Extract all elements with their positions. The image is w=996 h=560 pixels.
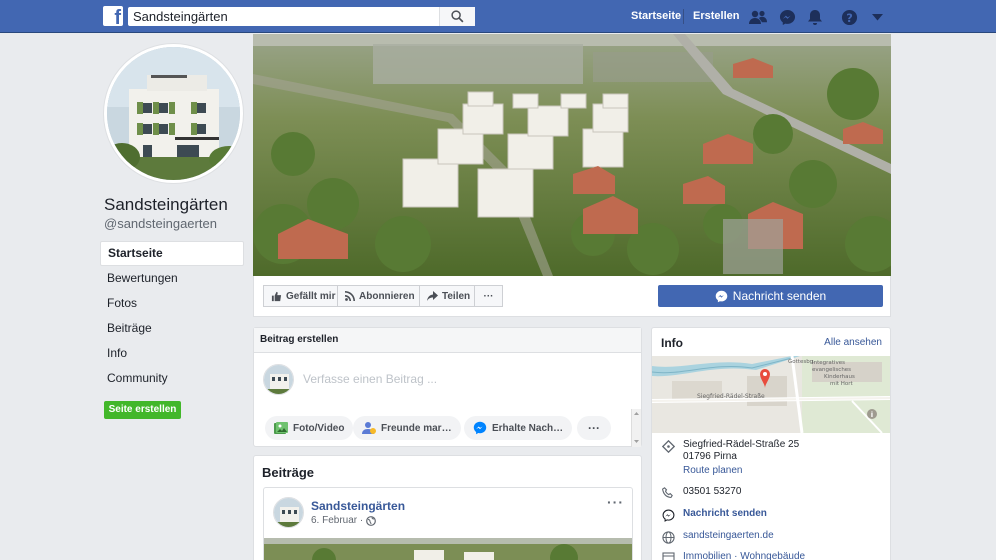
page-left-navigation: Startseite Bewertungen Fotos Beiträge In… <box>100 241 244 391</box>
map-top-label: Gottesbg. <box>788 359 815 365</box>
posts-section: Beiträge Sandsteingärten 6. Februar · ··… <box>253 455 642 560</box>
phone-icon <box>661 486 675 500</box>
tag-friends-button[interactable]: Freunde mar… <box>353 416 461 440</box>
messenger-icon[interactable] <box>777 7 797 27</box>
phone-number[interactable]: 03501 53270 <box>683 486 741 497</box>
page-action-bar: Gefällt mir Abonnieren Teilen ··· Nachri… <box>253 276 891 317</box>
facebook-logo-icon[interactable]: f <box>103 6 123 26</box>
info-card: Info Alle ansehen Siegfried-Rädel-Straße… <box>651 327 891 560</box>
left-nav-item-reviews[interactable]: Bewertungen <box>100 266 244 291</box>
share-arrow-icon <box>427 291 438 301</box>
page-profile-picture[interactable] <box>104 44 243 183</box>
composer-more-ellipsis-icon: ··· <box>588 421 600 435</box>
top-navigation-bar: f Startseite Erstellen ? <box>0 0 996 33</box>
tag-friends-icon <box>362 422 376 434</box>
left-nav-item-posts[interactable]: Beiträge <box>100 316 244 341</box>
follow-page-button[interactable]: Abonnieren <box>337 285 423 307</box>
post-composer: Beitrag erstellen Verfasse einen Beitrag… <box>253 327 642 447</box>
page-title: Sandsteingärten <box>104 195 228 214</box>
rss-follow-icon <box>345 291 355 301</box>
send-message-label: Nachricht senden <box>732 289 827 303</box>
left-nav-item-home[interactable]: Startseite <box>100 241 244 266</box>
like-page-button[interactable]: Gefällt mir <box>263 285 344 307</box>
address-line-1: Siegfried-Rädel-Straße 25 <box>683 439 800 450</box>
map-street-label: Siegfried-Rädel-Straße <box>697 393 765 400</box>
post-timestamp[interactable]: 6. Februar · <box>311 515 377 526</box>
thumbs-up-icon <box>271 291 282 301</box>
messenger-icon <box>715 290 728 302</box>
post-date-text: 6. Februar · <box>311 515 364 526</box>
create-page-button[interactable]: Seite erstellen <box>104 401 181 419</box>
like-button-label: Gefällt mir <box>286 290 336 302</box>
map-poi-label-1: Integratives <box>812 360 845 366</box>
composer-text-input[interactable]: Verfasse einen Beitrag ... <box>303 372 437 386</box>
search-box <box>128 7 475 26</box>
info-send-message-link[interactable]: Nachricht senden <box>683 508 767 519</box>
website-link[interactable]: sandsteingaerten.de <box>683 530 774 541</box>
info-phone-row: 03501 53270 <box>661 486 741 500</box>
info-address-row: Siegfried-Rädel-Straße 25 01796 Pirna Ro… <box>661 439 799 476</box>
category-tag-icon <box>661 551 675 560</box>
composer-scrollbar[interactable] <box>631 409 641 447</box>
location-map[interactable]: Siegfried-Rädel-Straße Integratives evan… <box>652 356 890 433</box>
get-messages-button[interactable]: Erhalte Nach… <box>464 416 573 440</box>
svg-text:?: ? <box>846 10 853 24</box>
svg-text:i: i <box>871 411 873 419</box>
address-line-2: 01796 Pirna <box>683 451 737 462</box>
left-nav-item-photos[interactable]: Fotos <box>100 291 244 316</box>
nav-divider <box>683 9 684 24</box>
page-username[interactable]: @sandsteingaerten <box>104 216 217 231</box>
post-image[interactable] <box>264 538 632 560</box>
location-diamond-icon <box>661 439 675 453</box>
composer-avatar <box>263 364 294 395</box>
map-poi-label-3: Kinderhaus <box>824 374 855 380</box>
composer-more-button[interactable]: ··· <box>577 416 611 440</box>
route-planning-link[interactable]: Route planen <box>683 465 799 476</box>
info-card-title: Info <box>661 336 683 350</box>
nav-home-link[interactable]: Startseite <box>631 10 681 22</box>
help-icon[interactable]: ? <box>839 7 859 27</box>
post-author-name[interactable]: Sandsteingärten <box>311 499 405 513</box>
left-nav-item-community[interactable]: Community <box>100 366 244 391</box>
map-poi-label-2: evangelisches <box>812 367 851 373</box>
info-category-row: Immobilien · Wohngebäude <box>661 551 805 560</box>
post-author-avatar[interactable] <box>273 497 304 528</box>
posts-section-title: Beiträge <box>262 465 315 480</box>
cover-photo[interactable] <box>253 34 891 276</box>
account-menu-chevron-down-icon[interactable] <box>867 7 887 27</box>
map-poi-label-4: mit Hort <box>830 381 854 387</box>
share-button-label: Teilen <box>442 290 471 302</box>
nav-create-link[interactable]: Erstellen <box>693 10 739 22</box>
share-page-button[interactable]: Teilen <box>419 285 479 307</box>
category-link[interactable]: Immobilien · Wohngebäude <box>683 551 805 560</box>
left-nav-item-info[interactable]: Info <box>100 341 244 366</box>
photo-video-button[interactable]: Foto/Video <box>265 416 354 440</box>
see-all-info-link[interactable]: Alle ansehen <box>824 337 882 348</box>
more-actions-ellipsis-icon: ··· <box>483 290 494 302</box>
notifications-bell-icon[interactable] <box>805 7 825 27</box>
photo-video-label: Foto/Video <box>293 422 345 434</box>
tag-friends-label: Freunde mar… <box>381 422 452 434</box>
composer-title: Beitrag erstellen <box>254 328 641 353</box>
messenger-icon <box>473 421 487 435</box>
post-card: Sandsteingärten 6. Februar · ··· <box>263 487 633 560</box>
photo-icon <box>274 421 288 434</box>
messenger-outline-icon <box>661 508 675 522</box>
search-icon <box>451 10 464 23</box>
follow-button-label: Abonnieren <box>359 290 415 302</box>
send-message-button[interactable]: Nachricht senden <box>658 285 883 307</box>
globe-public-icon <box>366 515 377 526</box>
search-button[interactable] <box>439 7 475 26</box>
friend-requests-icon[interactable] <box>748 7 768 27</box>
more-actions-button[interactable]: ··· <box>474 285 503 307</box>
search-input[interactable] <box>128 7 440 26</box>
post-options-button[interactable]: ··· <box>607 494 624 510</box>
info-message-row: Nachricht senden <box>661 508 767 522</box>
get-messages-label: Erhalte Nach… <box>492 422 564 434</box>
globe-icon <box>661 530 675 544</box>
info-website-row: sandsteingaerten.de <box>661 530 774 544</box>
